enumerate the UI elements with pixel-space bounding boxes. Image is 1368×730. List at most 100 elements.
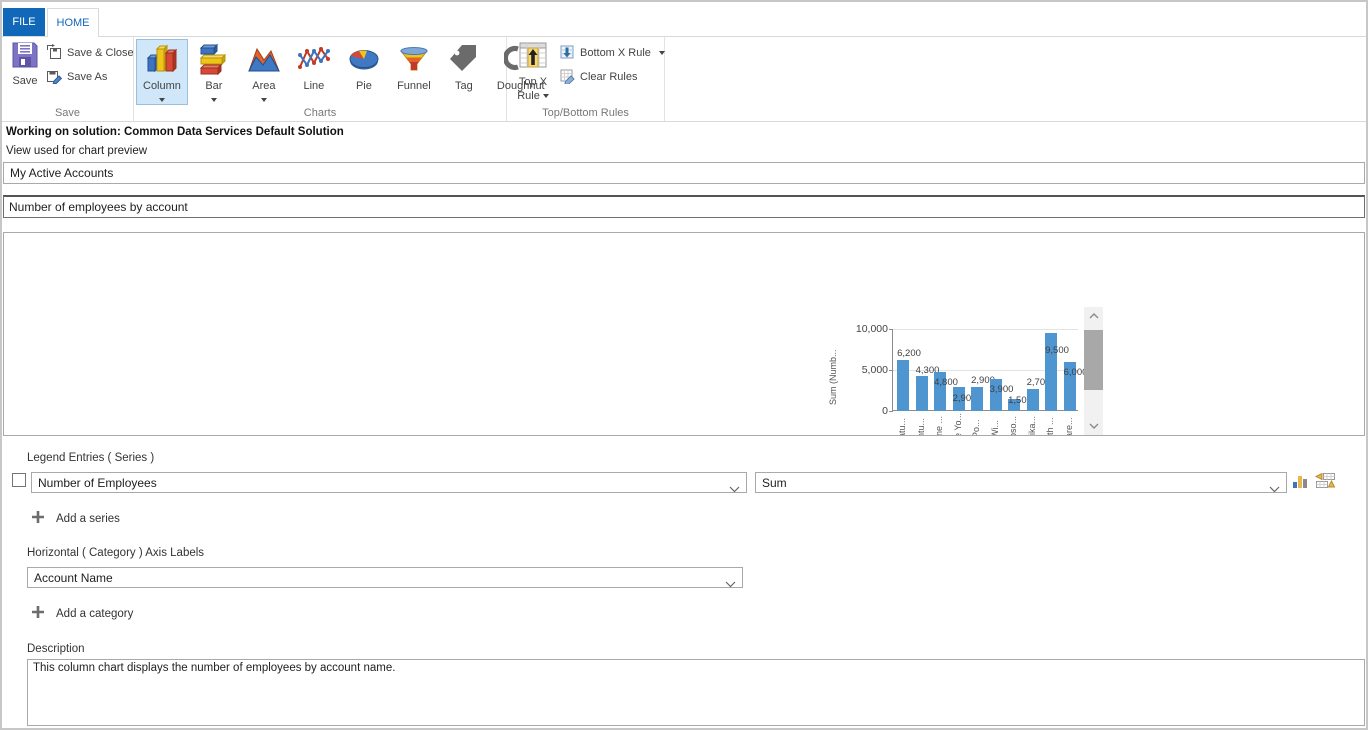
chart-type-label: Area <box>252 80 275 92</box>
x-axis-tick-label: e Yo... <box>953 413 963 436</box>
ribbon-group-charts: ColumnBarAreaLinePieFunnelTagDoughnut Ch… <box>134 37 507 121</box>
series-order-button[interactable] <box>1315 472 1336 494</box>
chevron-down-icon <box>1088 417 1100 435</box>
add-series-button[interactable]: Add a series <box>31 510 120 527</box>
bottom-x-rule-label: Bottom X Rule <box>580 47 651 59</box>
chart-type-label: Pie <box>356 80 372 92</box>
save-icon <box>10 40 40 73</box>
chart-type-label: Funnel <box>397 80 431 92</box>
x-axis-tick-label: rika... <box>1027 416 1037 436</box>
save-as-label: Save As <box>67 71 107 83</box>
chart-type-label: Tag <box>455 80 473 92</box>
gridline <box>893 329 1078 330</box>
series-mini-bars-icon <box>1292 476 1309 493</box>
x-axis-tick-label: oso... <box>1008 416 1018 436</box>
x-axis-tick-label: atu... <box>897 418 907 436</box>
save-and-close-icon <box>46 44 62 63</box>
series-checkbox[interactable] <box>12 473 26 487</box>
ribbon: Save Save & Close Save As Save ColumnBar… <box>2 37 1366 122</box>
plus-icon <box>31 605 45 622</box>
save-and-close-button[interactable]: Save & Close <box>46 43 134 63</box>
working-on-solution-text: Working on solution: Common Data Service… <box>6 126 344 138</box>
chart-plot-area: 6,2004,3004,8002,9002,9003,9001,5002,700… <box>892 329 1078 411</box>
dropdown-caret-icon <box>211 94 217 100</box>
tab-home[interactable]: HOME <box>47 8 99 37</box>
series-order-icon <box>1315 476 1336 493</box>
tab-file[interactable]: FILE <box>3 8 45 36</box>
chart-name-input[interactable] <box>3 195 1365 218</box>
dropdown-caret-icon <box>543 94 549 98</box>
chart-bar <box>1027 389 1039 411</box>
chevron-down-icon <box>1269 480 1280 498</box>
x-axis-tick-label: rth ... <box>1045 417 1055 436</box>
chart-preview-panel: 6,2004,3004,8002,9002,9003,9001,5002,700… <box>3 232 1365 436</box>
chart-bar-data-label: 3,900 <box>984 384 1020 395</box>
dropdown-caret-icon <box>659 51 665 55</box>
clear-rules-label: Clear Rules <box>580 71 637 83</box>
plus-icon <box>31 510 45 527</box>
bottom-x-rule-button[interactable]: Bottom X Rule <box>559 43 665 63</box>
scroll-up-button[interactable] <box>1084 307 1103 325</box>
chart-type-funnel-button[interactable]: Funnel <box>390 39 438 105</box>
chevron-up-icon <box>1088 307 1100 325</box>
top-x-rule-button[interactable]: Top X Rule <box>510 39 556 102</box>
chart-type-buttons: ColumnBarAreaLinePieFunnelTagDoughnut <box>136 39 552 105</box>
aggregate-value: Sum <box>762 473 787 493</box>
chart-type-area-button[interactable]: Area <box>240 39 288 105</box>
top-x-rule-icon <box>517 39 549 74</box>
dropdown-caret-icon <box>261 94 267 100</box>
dropdown-caret-icon <box>159 94 165 100</box>
bar-chart-icon <box>197 42 231 79</box>
chart-type-line-button[interactable]: Line <box>290 39 338 105</box>
series-field-value: Number of Employees <box>38 473 157 493</box>
save-button-label: Save <box>12 75 37 87</box>
chart-type-bar-button[interactable]: Bar <box>190 39 238 105</box>
save-as-button[interactable]: Save As <box>46 67 107 87</box>
y-tick-mark <box>889 329 893 330</box>
y-axis-tick-label: 10,000 <box>840 323 888 335</box>
chevron-down-icon <box>729 480 740 498</box>
funnel-chart-icon <box>397 42 431 79</box>
chart-bar <box>971 387 983 411</box>
y-axis-title: Sum (Numb... <box>828 349 838 405</box>
charts-group-label: Charts <box>134 107 506 119</box>
scroll-down-button[interactable] <box>1084 417 1103 435</box>
add-category-label: Add a category <box>56 608 133 620</box>
series-field-select[interactable]: Number of Employees <box>31 472 747 493</box>
category-field-select[interactable]: Account Name <box>27 567 743 588</box>
mini-chart: 6,2004,3004,8002,9002,9003,9001,5002,700… <box>4 233 1364 435</box>
chart-type-pie-button[interactable]: Pie <box>340 39 388 105</box>
y-tick-mark <box>889 370 893 371</box>
category-field-value: Account Name <box>34 568 113 588</box>
view-select-value: My Active Accounts <box>10 163 113 183</box>
preview-scrollbar[interactable] <box>1084 307 1103 435</box>
ribbon-group-rules: Top X Rule Bottom X Rule Clear Rules Top… <box>507 37 665 121</box>
save-and-close-label: Save & Close <box>67 47 134 59</box>
x-axis-tick-label: ntu... <box>916 418 926 436</box>
chart-type-label: Column <box>143 80 181 92</box>
save-as-icon <box>46 68 62 87</box>
add-category-button[interactable]: Add a category <box>31 605 133 622</box>
series-chart-type-button[interactable] <box>1292 473 1309 494</box>
bottom-x-rule-icon <box>559 44 575 63</box>
chart-type-label: Line <box>304 80 325 92</box>
chart-bar <box>916 376 928 411</box>
clear-rules-icon <box>559 68 575 87</box>
rules-group-label: Top/Bottom Rules <box>507 107 664 119</box>
scrollbar-thumb[interactable] <box>1084 330 1103 390</box>
chart-type-tag-button[interactable]: Tag <box>440 39 488 105</box>
description-textarea[interactable]: This column chart displays the number of… <box>27 659 1365 726</box>
line-chart-icon <box>297 42 331 79</box>
tag-chart-icon <box>447 42 481 79</box>
save-button[interactable]: Save <box>6 40 44 87</box>
view-preview-label: View used for chart preview <box>6 145 147 157</box>
chart-type-column-button[interactable]: Column <box>136 39 188 105</box>
view-select[interactable]: My Active Accounts <box>3 162 1365 184</box>
chart-bar-data-label: 9,500 <box>1039 345 1075 356</box>
x-axis-tick-label: are... <box>1064 417 1074 436</box>
clear-rules-button[interactable]: Clear Rules <box>559 67 637 87</box>
y-axis-tick-label: 5,000 <box>840 364 888 376</box>
aggregate-select[interactable]: Sum <box>755 472 1287 493</box>
legend-entries-title: Legend Entries ( Series ) <box>27 452 154 464</box>
chart-type-label: Bar <box>205 80 222 92</box>
